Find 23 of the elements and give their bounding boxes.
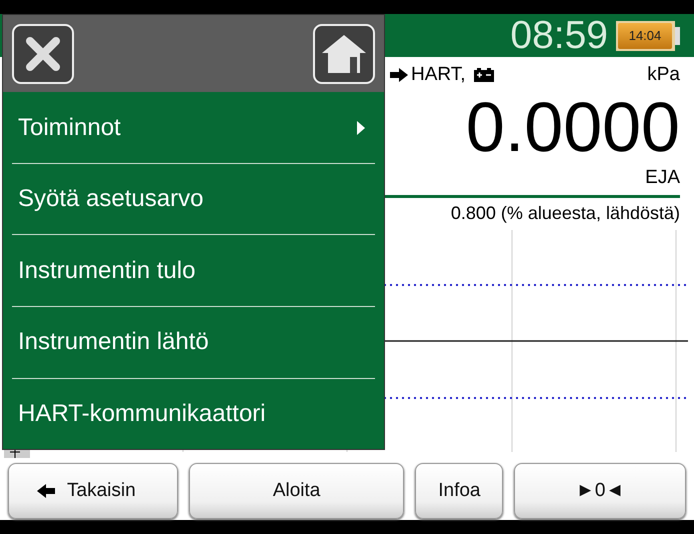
toolbar-button[interactable]: Infoa [415,463,504,519]
toolbar-button[interactable]: ►0◄ [514,463,686,519]
device-label: EJA [645,167,680,189]
menu-item[interactable]: Instrumentin lähtö [12,306,375,378]
range-text: 0.800 (% alueesta, lähdöstä) [450,202,680,225]
toolbar-button[interactable]: Aloita [188,463,404,519]
arrow-left-icon [37,484,55,498]
menu-item[interactable]: HART-kommunikaattori [12,378,375,450]
clock-time: 08:59 [510,14,608,57]
menu-item[interactable]: Toiminnot [3,92,375,163]
toolbar-button[interactable]: Takaisin [8,463,178,519]
unit-label: kPa [647,64,680,86]
home-button[interactable] [313,24,375,84]
home-icon [321,32,367,75]
menu-item[interactable]: Syötä asetusarvo [12,162,375,234]
menu-item[interactable]: Instrumentin tulo [12,234,375,306]
arrow-right-icon [390,68,408,82]
battery-indicator: 14:04 [616,20,680,50]
close-button[interactable] [12,24,74,84]
chevron-right-icon [357,120,365,135]
source-label: HART, [411,64,466,86]
battery-icon [474,68,494,82]
reading-value: 0.0000 [466,91,680,163]
